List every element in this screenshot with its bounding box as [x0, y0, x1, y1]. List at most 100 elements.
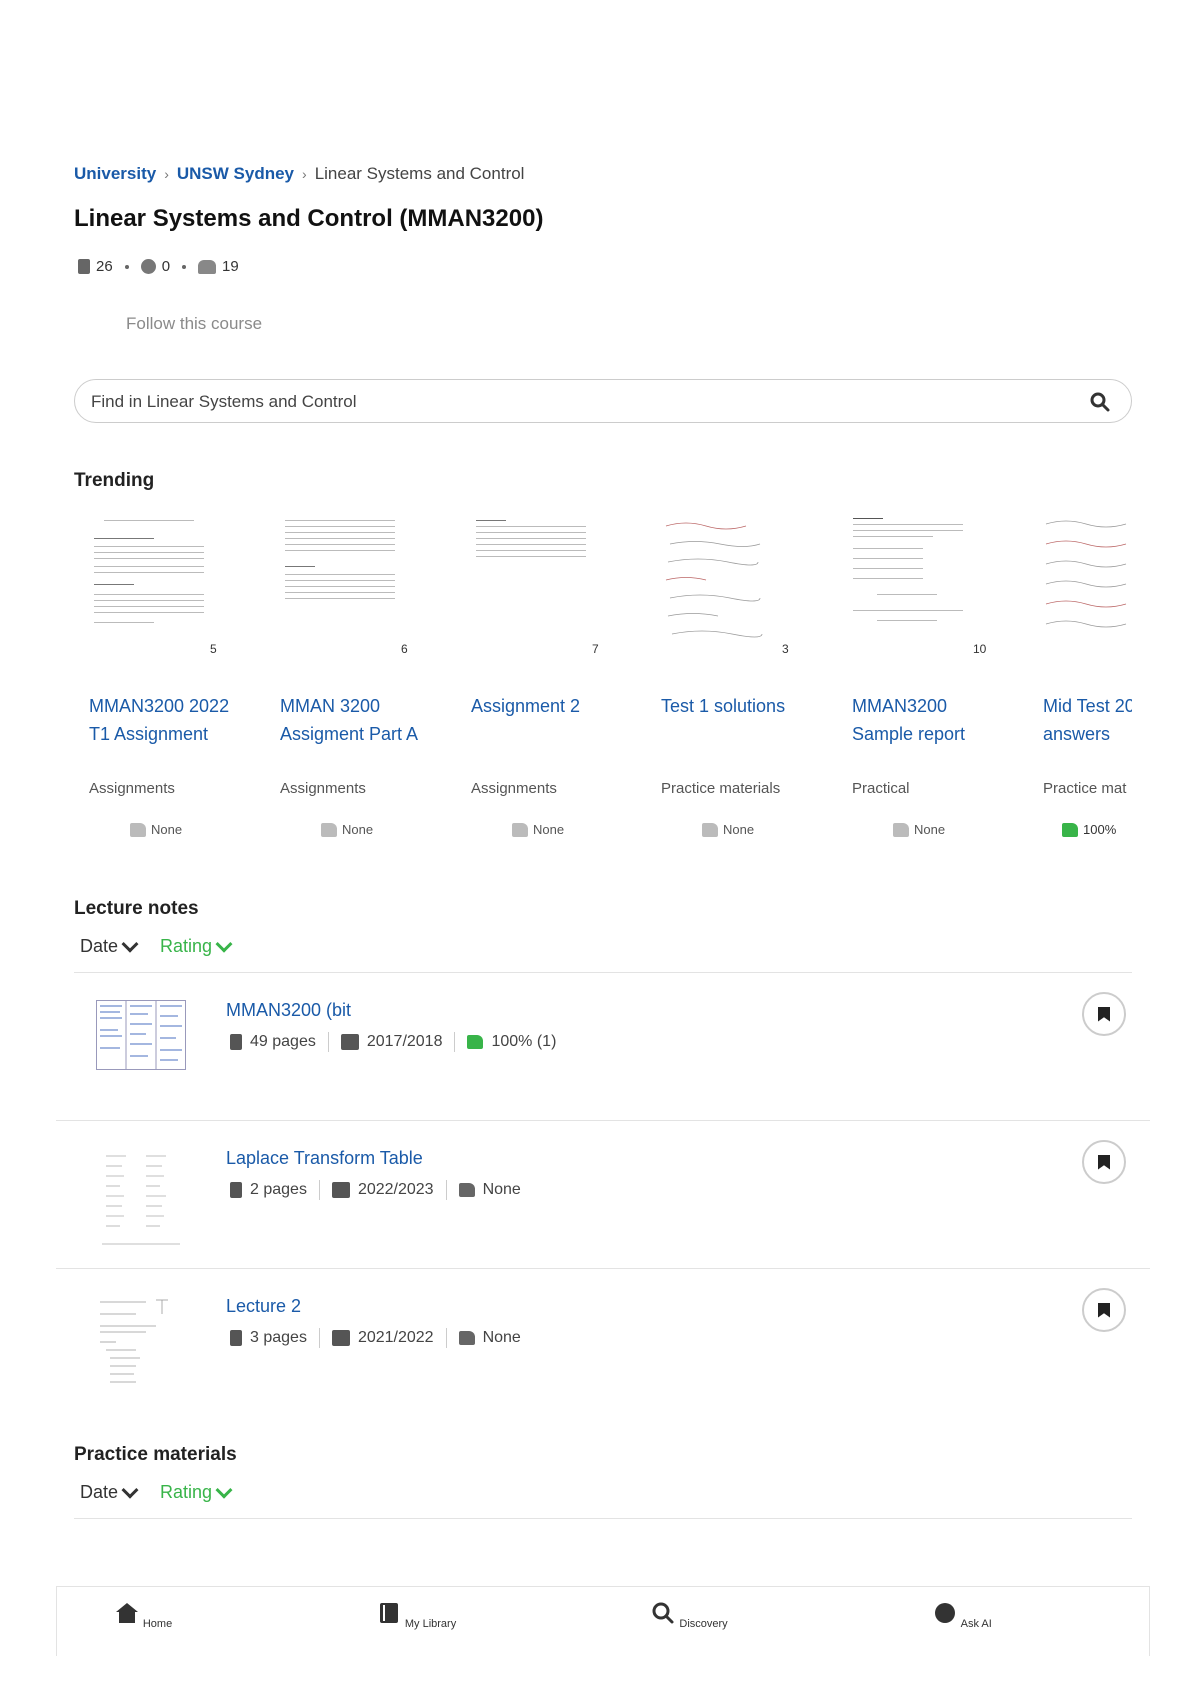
document-preview-graphic [100, 1299, 168, 1383]
thumbs-up-icon [1062, 822, 1078, 837]
nav-discovery[interactable]: Discovery [629, 1601, 749, 1630]
trending-card-rating: None [321, 822, 373, 837]
document-meta: 2 pages 2022/2023 None [230, 1180, 521, 1200]
bookmark-button[interactable] [1082, 992, 1126, 1036]
divider [445, 1328, 447, 1348]
academic-year: 2017/2018 [366, 1033, 443, 1050]
trending-heading: Trending [74, 470, 155, 491]
nav-home[interactable]: Home [83, 1601, 203, 1630]
document-thumbnail [466, 514, 606, 664]
trending-card-rating: 100% [1062, 822, 1116, 837]
bookmark-button[interactable] [1082, 1140, 1126, 1184]
nav-ask-ai[interactable]: Ask AI [902, 1601, 1022, 1630]
divider [454, 1032, 456, 1052]
divider [445, 1180, 447, 1200]
document-thumbnail [275, 514, 415, 664]
page-count: 5 [210, 642, 217, 656]
trending-card[interactable]: 6 MMAN 3200 Assigment Part A Assignments… [265, 514, 445, 844]
trending-card-title[interactable]: Test 1 solutions [661, 692, 811, 720]
rating-value: None [482, 1329, 521, 1346]
chevron-right-icon: › [164, 166, 169, 182]
nav-ask-ai-label: Ask AI [960, 1618, 992, 1630]
documents-count: 26 [96, 258, 113, 275]
breadcrumb-current: Linear Systems and Control [314, 164, 525, 183]
trending-card-rating: None [893, 822, 945, 837]
breadcrumb-unsw-sydney[interactable]: UNSW Sydney [177, 164, 294, 184]
trending-card-title[interactable]: MMAN 3200 Assigment Part A [280, 692, 430, 748]
trending-card[interactable]: Mid Test 20 answers Practice mat 100% [1028, 514, 1132, 844]
course-search [74, 379, 1132, 423]
divider [56, 1268, 1150, 1269]
rating-value: None [914, 822, 946, 837]
rating-value: 100% (1) [491, 1033, 557, 1050]
document-thumbnail [656, 514, 796, 664]
nav-my-library[interactable]: My Library [356, 1601, 476, 1630]
trending-card[interactable]: 5 MMAN3200 2022 T1 Assignment Assignment… [74, 514, 254, 844]
academic-year: 2021/2022 [357, 1329, 434, 1346]
page-count: 49 pages [250, 1033, 316, 1050]
trending-card-title[interactable]: Assignment 2 [471, 692, 621, 720]
breadcrumb-university[interactable]: University [74, 164, 156, 184]
sort-rating[interactable]: Rating [160, 1481, 233, 1503]
document-icon [230, 1182, 242, 1198]
trending-card[interactable]: 3 Test 1 solutions Practice materials No… [646, 514, 826, 844]
list-item[interactable]: Lecture 2 3 pages 2021/2022 None [56, 1284, 1150, 1432]
thumbs-up-icon [702, 822, 718, 837]
library-icon [379, 1603, 398, 1623]
divider [74, 972, 1132, 973]
thumbs-up-icon [321, 822, 337, 837]
document-thumbnail [96, 1296, 186, 1396]
thumbs-up-icon [467, 1035, 484, 1049]
trending-card[interactable]: 7 Assignment 2 Assignments None [456, 514, 636, 844]
page-count: 10 [973, 642, 987, 656]
document-thumbnail [84, 514, 224, 664]
question-icon [140, 259, 156, 274]
sort-date-label: Date [80, 936, 119, 956]
thumbs-up-icon [512, 822, 528, 837]
document-thumbnail [96, 1000, 186, 1100]
sort-rating-label: Rating [160, 936, 213, 956]
chevron-down-icon [215, 1481, 233, 1499]
document-meta: 49 pages 2017/2018 100% (1) [230, 1032, 556, 1052]
follow-course-button[interactable]: Follow this course [126, 314, 262, 334]
thumbs-up-icon [458, 1183, 475, 1197]
trending-carousel: 5 MMAN3200 2022 T1 Assignment Assignment… [74, 514, 1132, 844]
document-thumbnail [96, 1148, 186, 1248]
sort-date[interactable]: Date [80, 935, 139, 957]
list-item[interactable]: Laplace Transform Table 2 pages 2022/202… [56, 1136, 1150, 1284]
sort-rating[interactable]: Rating [160, 935, 233, 957]
page-count: 3 [782, 642, 789, 656]
lecture-notes-sort: Date Rating [80, 935, 233, 957]
bookmark-button[interactable] [1082, 1288, 1126, 1332]
page-count: 2 pages [250, 1181, 307, 1198]
chevron-down-icon [121, 935, 139, 953]
search-input[interactable] [89, 388, 1053, 416]
rating-value: None [723, 822, 755, 837]
chevron-down-icon [121, 1481, 139, 1499]
sort-date[interactable]: Date [80, 1481, 139, 1503]
document-thumbnail [847, 514, 987, 664]
thumbs-up-icon [893, 822, 909, 837]
sort-rating-label: Rating [160, 1482, 213, 1502]
students-count: 19 [222, 258, 239, 275]
calendar-icon [331, 1330, 350, 1346]
breadcrumb: University › UNSW Sydney › Linear System… [74, 164, 524, 184]
trending-card-title[interactable]: MMAN3200 Sample report [852, 692, 1002, 748]
sort-date-label: Date [80, 1482, 119, 1502]
document-title[interactable]: MMAN3200 (bit [226, 1000, 351, 1021]
nav-my-library-label: My Library [404, 1618, 457, 1630]
bookmark-icon [1098, 1154, 1110, 1170]
calendar-icon [340, 1034, 359, 1050]
document-title[interactable]: Lecture 2 [226, 1296, 301, 1317]
trending-card[interactable]: 10 MMAN3200 Sample report Practical None [837, 514, 1017, 844]
bookmark-icon [1098, 1302, 1110, 1318]
trending-card-category: Assignments [89, 780, 175, 797]
search-icon[interactable] [1089, 391, 1111, 413]
trending-card-title[interactable]: MMAN3200 2022 T1 Assignment [89, 692, 239, 748]
list-item[interactable]: MMAN3200 (bit 49 pages 2017/2018 100% (1… [56, 988, 1150, 1136]
trending-card-rating: None [512, 822, 564, 837]
trending-card-title[interactable]: Mid Test 20 answers [1043, 692, 1132, 748]
practice-materials-heading: Practice materials [74, 1444, 237, 1465]
document-title[interactable]: Laplace Transform Table [226, 1148, 423, 1169]
trending-card-category: Practice materials [661, 780, 781, 797]
